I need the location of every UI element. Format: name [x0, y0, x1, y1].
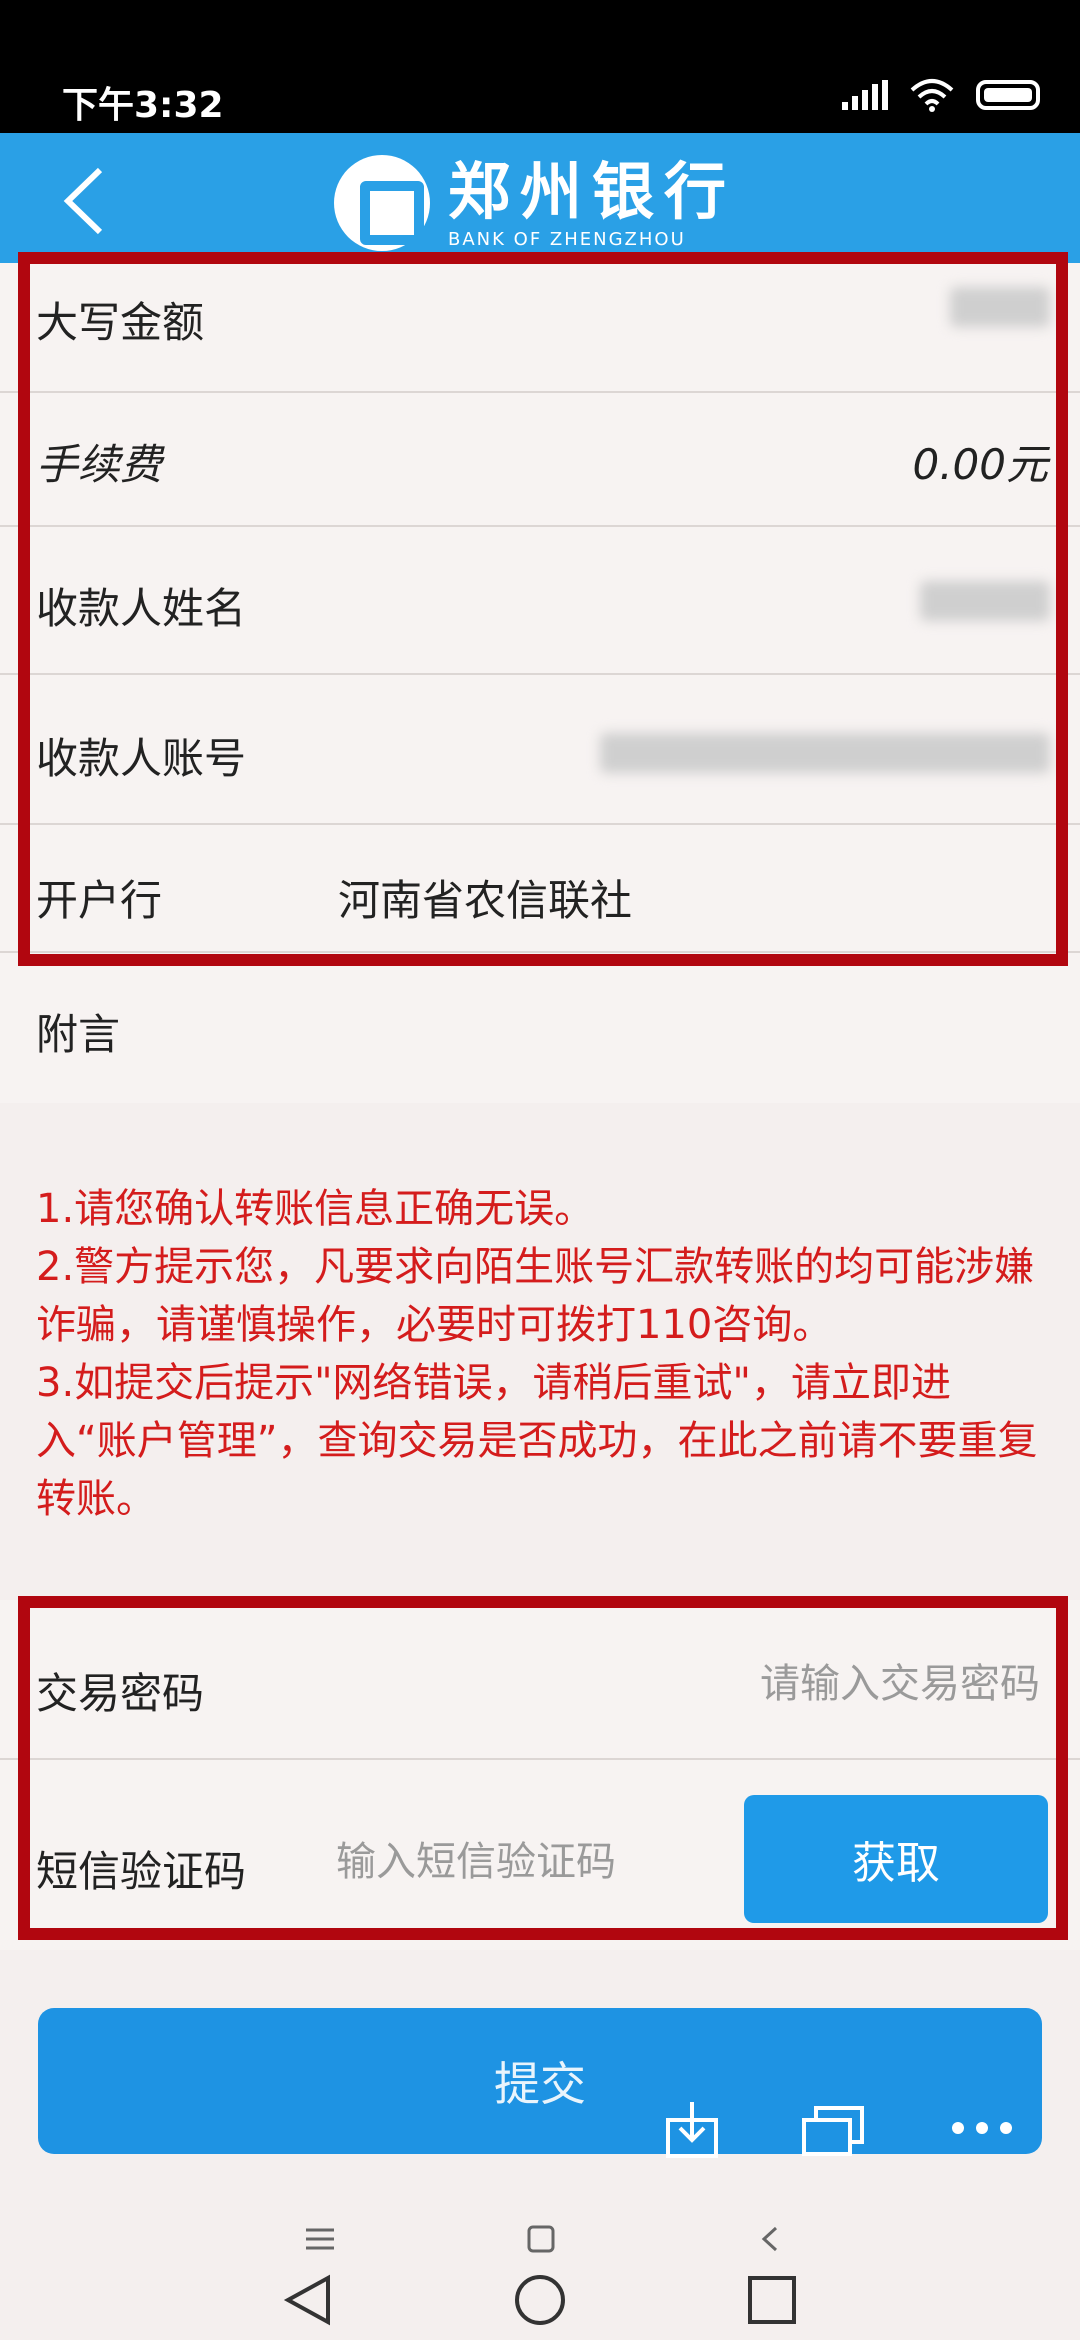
memo-label: 附言 — [36, 1010, 121, 1059]
status-time: 下午3:32 — [62, 85, 224, 126]
amount-in-words-value-blurred — [950, 287, 1050, 327]
row-fee: 手续费 0.00元 — [0, 393, 1080, 527]
download-icon[interactable] — [664, 2100, 720, 2160]
bank-name-cn: 郑州银行 — [448, 154, 737, 228]
payee-name-label: 收款人姓名 — [36, 584, 247, 633]
row-amount-in-words: 大写金额 — [0, 263, 1080, 393]
bank-value: 河南省农信联社 — [338, 876, 633, 925]
fee-value: 0.00元 — [912, 440, 1048, 489]
windows-icon[interactable] — [800, 2106, 866, 2158]
bank-logo: 郑州银行 BANK OF ZHENGZHOU — [334, 153, 736, 253]
password-label: 交易密码 — [36, 1669, 205, 1718]
payee-name-value-blurred — [920, 581, 1050, 621]
chevron-left-icon — [63, 167, 103, 235]
notice-text: 1.请您确认转账信息正确无误。 2.警方提示您，凡要求向陌生账号汇款转账的均可能… — [36, 1180, 1046, 1528]
sms-label: 短信验证码 — [36, 1847, 247, 1896]
battery-icon — [976, 80, 1040, 110]
password-input[interactable] — [640, 1652, 1040, 1716]
amount-in-words-label: 大写金额 — [36, 298, 205, 347]
nav-back-icon[interactable] — [280, 2272, 336, 2328]
more-icon[interactable] — [950, 2120, 1014, 2136]
bank-logo-icon — [334, 155, 430, 251]
signal-icon — [842, 80, 888, 110]
app-header: 郑州银行 BANK OF ZHENGZHOU — [0, 133, 1080, 263]
sms-code-input[interactable] — [336, 1830, 716, 1894]
nav-recents-icon[interactable] — [744, 2272, 800, 2328]
notice-line-1: 1.请您确认转账信息正确无误。 — [36, 1186, 595, 1232]
row-transaction-password: 交易密码 — [0, 1600, 1080, 1760]
payee-account-label: 收款人账号 — [36, 734, 247, 783]
row-payee-account: 收款人账号 — [0, 675, 1080, 825]
status-bar: 下午3:32 — [0, 0, 1080, 133]
back-button[interactable] — [44, 161, 124, 241]
menu-hint-icon — [306, 2228, 334, 2250]
nav-home-icon[interactable] — [512, 2272, 568, 2328]
notice-line-3: 3.如提交后提示"网络错误，请稍后重试"，请立即进入“账户管理”，查询交易是否成… — [36, 1360, 1038, 1522]
status-icons — [842, 78, 1040, 112]
overlay-toolbar — [660, 2100, 1060, 2160]
fee-label: 手续费 — [36, 440, 163, 489]
bank-name-en: BANK OF ZHENGZHOU — [448, 228, 686, 250]
system-nav-bar — [0, 2210, 1080, 2340]
get-sms-code-button[interactable]: 获取 — [744, 1795, 1048, 1923]
row-bank: 开户行 河南省农信联社 — [0, 825, 1080, 953]
wifi-icon — [910, 79, 954, 112]
row-payee-name: 收款人姓名 — [0, 527, 1080, 675]
row-memo[interactable]: 附言 — [0, 953, 1080, 1103]
notice-line-2: 2.警方提示您，凡要求向陌生账号汇款转账的均可能涉嫌诈骗，请谨慎操作，必要时可拨… — [36, 1244, 1035, 1348]
back-hint-icon — [761, 2226, 778, 2252]
home-hint-icon — [527, 2225, 555, 2253]
payee-account-value-blurred — [600, 733, 1050, 773]
bank-label: 开户行 — [36, 876, 163, 925]
